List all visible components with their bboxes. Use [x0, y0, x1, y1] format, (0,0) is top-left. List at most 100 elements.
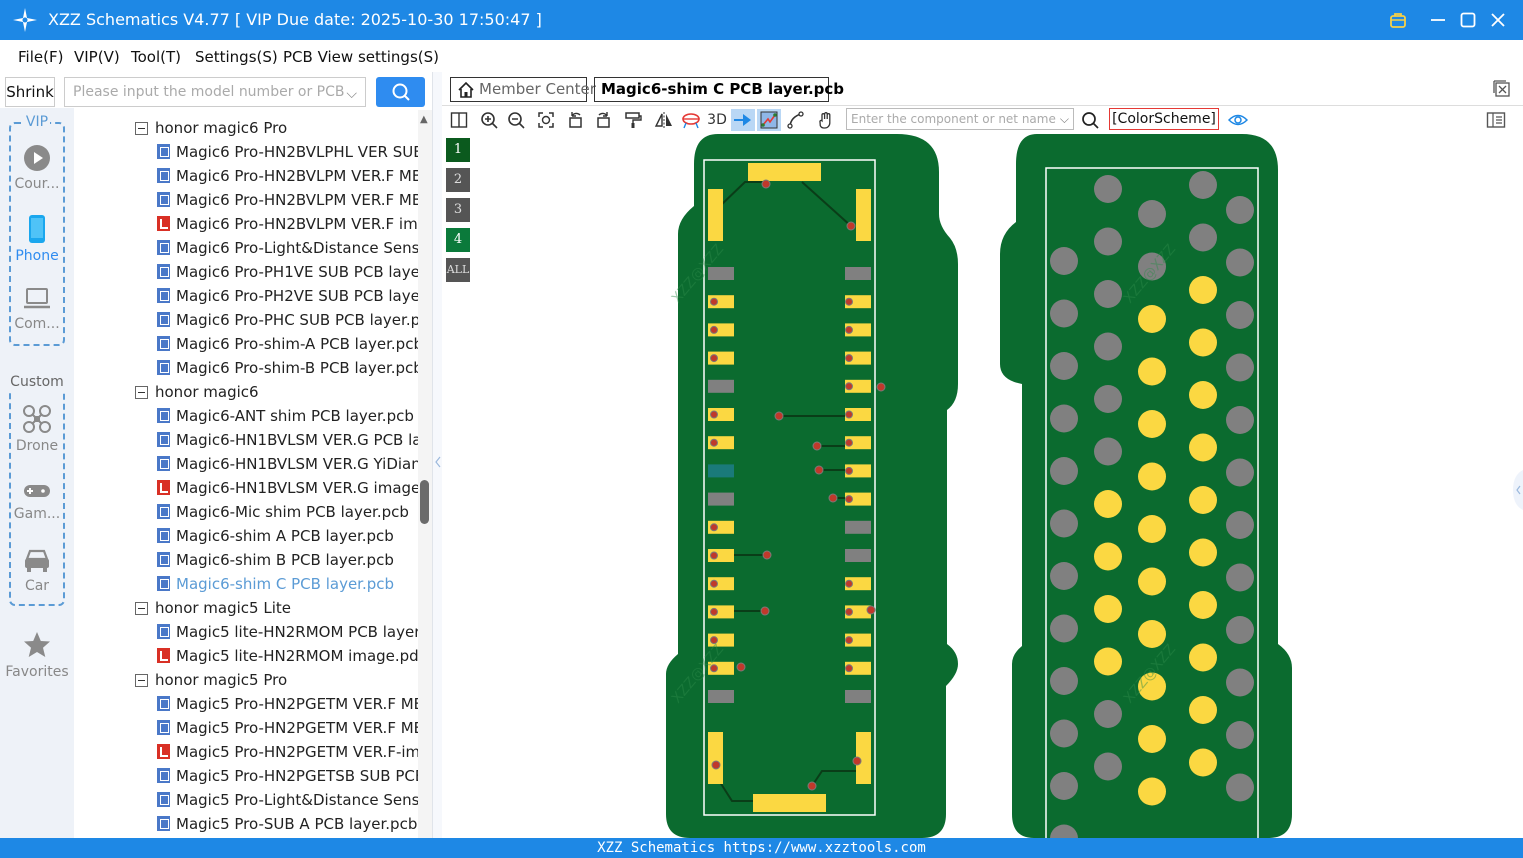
pcb-ball[interactable] — [1189, 591, 1217, 619]
pcb-ball[interactable] — [1094, 752, 1122, 781]
fit-view-icon[interactable] — [535, 109, 557, 131]
pcb-ball[interactable] — [1189, 643, 1217, 672]
tree-file-item[interactable]: Magic5 Pro-SUB A PCB layer.pcb — [157, 813, 417, 835]
pcb-ball[interactable] — [1050, 772, 1078, 800]
pcb-ball[interactable] — [1050, 457, 1078, 485]
pcb-ball[interactable] — [1050, 404, 1078, 433]
eye-icon[interactable] — [1227, 109, 1249, 131]
pcb-ball[interactable] — [1226, 721, 1254, 749]
pcb-ball[interactable] — [1094, 700, 1122, 728]
collapse-toggle-icon[interactable] — [135, 122, 148, 135]
pcb-ball[interactable] — [1226, 668, 1254, 697]
menu-vip[interactable]: VIP(V) — [74, 48, 120, 66]
menu-settings[interactable]: Settings(S) — [195, 48, 278, 66]
tree-file-item[interactable]: Magic6 Pro-shim-A PCB layer.pcb — [157, 333, 418, 355]
pcb-ball[interactable] — [1094, 437, 1122, 466]
pcb-ball[interactable] — [1138, 515, 1166, 543]
close-all-tabs-icon[interactable] — [1493, 80, 1511, 102]
shrink-button[interactable]: Shrink — [5, 77, 55, 107]
pcb-ball[interactable] — [1050, 614, 1078, 643]
pcb-ball[interactable] — [1094, 280, 1122, 308]
tab-active-pcb[interactable]: Magic6-shim C PCB layer.pcb — [594, 77, 844, 102]
tree-file-item[interactable]: Magic6-HN1BVLSM VER.G PCB lay — [157, 429, 418, 451]
pcb-ball[interactable] — [1189, 538, 1217, 567]
tree-file-item[interactable]: Magic5 Pro-HN2PGETM VER.F-ima — [157, 741, 418, 763]
pcb-ball[interactable] — [1226, 248, 1254, 277]
pcb-ball[interactable] — [1138, 725, 1166, 753]
pcb-pad[interactable] — [845, 520, 871, 534]
pcb-ball[interactable] — [1094, 332, 1122, 361]
pcb-ball[interactable] — [1094, 542, 1122, 571]
pcb-pad[interactable] — [753, 794, 826, 812]
pcb-pad[interactable] — [708, 492, 734, 506]
pcb-ball[interactable] — [1189, 381, 1217, 409]
minimize-button[interactable] — [1426, 8, 1450, 32]
tree-group[interactable]: honor magic6 Pro — [135, 117, 287, 139]
pcb-ball[interactable] — [1094, 647, 1122, 676]
tree-file-item[interactable]: Magic6 Pro-PH1VE SUB PCB layer.p — [157, 261, 418, 283]
pcb-ball[interactable] — [1094, 175, 1122, 203]
tree-file-item[interactable]: Magic6-shim C PCB layer.pcb — [157, 573, 394, 595]
pcb-ball[interactable] — [1226, 406, 1254, 434]
rail-item-car[interactable]: Car — [0, 546, 74, 594]
pcb-pad[interactable] — [845, 690, 871, 703]
pcb-ball[interactable] — [1094, 595, 1122, 623]
pcb-ball[interactable] — [1050, 562, 1078, 590]
pcb-pad[interactable] — [856, 189, 871, 241]
rotate-right-icon[interactable] — [592, 109, 614, 131]
pcb-ball[interactable] — [1138, 620, 1166, 648]
rail-item-computer[interactable]: Com... — [0, 286, 74, 332]
model-search-input[interactable]: Please input the model number or PCB ⌵ — [64, 77, 366, 107]
pcb-pad[interactable] — [708, 379, 734, 393]
pcb-ball[interactable] — [1226, 563, 1254, 592]
tree-file-item[interactable]: Magic6 Pro-HN2BVLPM VER.F MB — [157, 165, 418, 187]
pcb-ball[interactable] — [1138, 410, 1166, 438]
pcb-ball[interactable] — [1050, 247, 1078, 275]
rail-item-drone[interactable]: Drone — [0, 404, 74, 454]
pcb-ball[interactable] — [1189, 696, 1217, 724]
pcb-board-drawing[interactable]: XZZ@XZZ XZZ@XZZ XZZ@XZZ XZZ@XZZ — [442, 134, 1523, 838]
pcb-ball[interactable] — [1226, 353, 1254, 382]
tree-file-item[interactable]: Magic6-HN1BVLSM VER.G YiDianT — [157, 453, 418, 475]
panel-splitter[interactable] — [432, 72, 442, 838]
pcb-ball[interactable] — [1189, 433, 1217, 462]
tree-file-item[interactable]: Magic6-shim B PCB layer.pcb — [157, 549, 394, 571]
tree-file-item[interactable]: Magic6-shim A PCB layer.pcb — [157, 525, 394, 547]
pcb-ball[interactable] — [1226, 301, 1254, 329]
format-painter-icon[interactable] — [622, 109, 644, 131]
rail-item-phone[interactable]: Phone — [0, 214, 74, 264]
tree-group[interactable]: honor magic5 Lite — [135, 597, 291, 619]
pcb-ball[interactable] — [1189, 171, 1217, 199]
pcb-ball[interactable] — [1226, 616, 1254, 644]
tree-file-item[interactable]: Magic5 Pro-Light&Distance Senso — [157, 789, 418, 811]
pcb-ball[interactable] — [1189, 748, 1217, 777]
pcb-ball[interactable] — [1189, 486, 1217, 514]
pin-select-icon[interactable] — [731, 109, 755, 131]
tree-file-item[interactable]: Magic6 Pro-HN2BVLPHL VER SUB — [157, 141, 418, 163]
menu-tool[interactable]: Tool(T) — [131, 48, 181, 66]
pcb-pad[interactable] — [708, 732, 723, 784]
tree-scrollbar[interactable]: ▲ — [418, 110, 432, 838]
component-search-input[interactable]: Enter the component or net name ⌵ — [846, 108, 1074, 130]
pcb-ball[interactable] — [1189, 223, 1217, 252]
tree-file-item[interactable]: Magic6-ANT shim PCB layer.pcb — [157, 405, 414, 427]
zoom-out-icon[interactable] — [505, 109, 527, 131]
tree-file-item[interactable]: Magic5 lite-HN2RMOM PCB layer.p — [157, 621, 418, 643]
rail-item-games[interactable]: Gam... — [0, 480, 74, 522]
pcb-ball[interactable] — [1138, 200, 1166, 228]
pcb-ball[interactable] — [1189, 328, 1217, 357]
tree-file-item[interactable]: Magic5 lite-HN2RMOM image.pdf — [157, 645, 418, 667]
pcb-ball[interactable] — [1050, 719, 1078, 748]
color-scheme-button[interactable]: [ColorScheme] — [1109, 108, 1219, 130]
side-panel-icon[interactable] — [1485, 109, 1507, 131]
pcb-ball[interactable] — [1138, 462, 1166, 491]
tree-group[interactable]: honor magic6 — [135, 381, 259, 403]
rail-item-courses[interactable]: Cour... — [0, 144, 74, 192]
tree-file-item[interactable]: Magic6 Pro-shim-B PCB layer.pcb — [157, 357, 418, 379]
pcb-ball[interactable] — [1226, 458, 1254, 487]
chevron-down-icon[interactable]: ⌵ — [346, 80, 357, 108]
tree-file-item[interactable]: Magic5 Pro-HN2PGETM VER.F MB — [157, 717, 418, 739]
expand-right-panel-icon[interactable] — [1511, 470, 1523, 510]
pcb-pad[interactable] — [845, 549, 871, 562]
pcb-ball[interactable] — [1226, 511, 1254, 539]
